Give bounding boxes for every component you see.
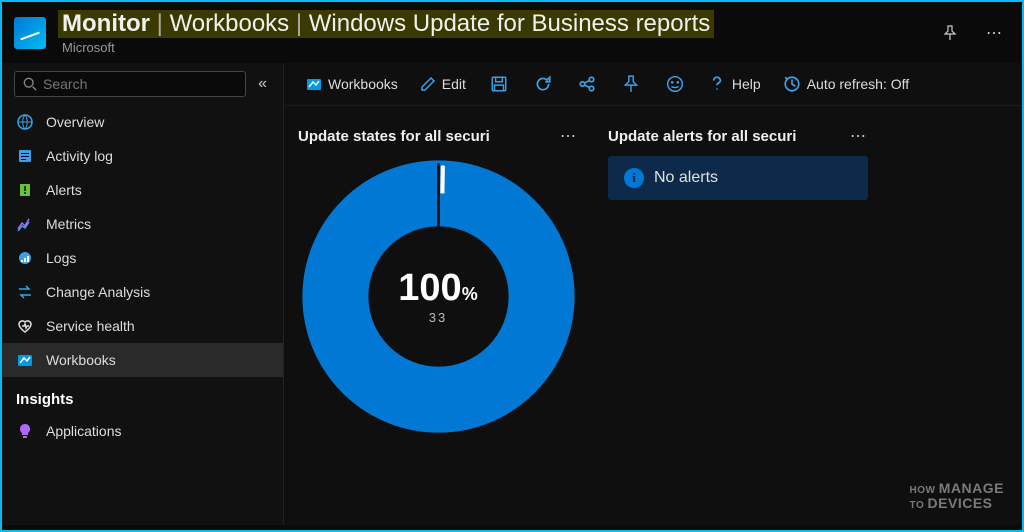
sidebar-item-service-health[interactable]: Service health (2, 309, 283, 343)
sidebar: « Overview Activity log Alerts Metrics L… (2, 63, 284, 525)
no-alerts-label: No alerts (654, 169, 718, 187)
card-more-icon[interactable]: ⋯ (560, 126, 578, 146)
sidebar-item-label: Overview (46, 114, 104, 130)
sidebar-item-label: Service health (46, 318, 135, 334)
toolbar-share-icon[interactable] (568, 71, 606, 97)
sidebar-item-label: Change Analysis (46, 284, 150, 300)
page-subtitle: Microsoft (58, 40, 922, 55)
toolbar-autorefresh-button[interactable]: Auto refresh: Off (775, 71, 917, 97)
alert-icon (16, 181, 34, 199)
watermark: HOW MANAGE TO DEVICES (910, 481, 1004, 511)
pin-icon[interactable] (934, 21, 966, 45)
monitor-icon (14, 17, 46, 49)
more-icon[interactable]: ⋯ (978, 19, 1010, 47)
donut-chart: 100% 33 (298, 156, 578, 436)
logs-icon (16, 249, 34, 267)
card-title: Update states for all securi (298, 128, 490, 145)
sidebar-item-label: Activity log (46, 148, 113, 164)
toolbar-workbooks-button[interactable]: Workbooks (298, 72, 406, 96)
change-icon (16, 283, 34, 301)
sidebar-section-insights: Insights (2, 377, 283, 414)
donut-percent: 100% (398, 267, 477, 310)
workbook-icon (306, 76, 322, 92)
collapse-sidebar-icon[interactable]: « (254, 71, 271, 97)
toolbar-pin-icon[interactable] (612, 71, 650, 97)
search-input[interactable] (43, 76, 237, 92)
health-icon (16, 317, 34, 335)
toolbar-feedback-icon[interactable] (656, 71, 694, 97)
toolbar-save-icon[interactable] (480, 71, 518, 97)
sidebar-item-logs[interactable]: Logs (2, 241, 283, 275)
sidebar-item-overview[interactable]: Overview (2, 105, 283, 139)
help-icon (708, 75, 726, 93)
bulb-icon (16, 422, 34, 440)
info-icon: i (624, 168, 644, 188)
sidebar-item-label: Logs (46, 250, 76, 266)
pencil-icon (420, 76, 436, 92)
workbook-icon (16, 351, 34, 369)
sidebar-item-applications[interactable]: Applications (2, 414, 283, 448)
search-box[interactable] (14, 71, 246, 97)
sidebar-item-label: Metrics (46, 216, 91, 232)
metrics-icon (16, 215, 34, 233)
globe-icon (16, 113, 34, 131)
toolbar-help-button[interactable]: Help (700, 71, 769, 97)
card-update-states: Update states for all securi ⋯ 100% 33 (298, 126, 578, 436)
sidebar-item-label: Alerts (46, 182, 82, 198)
sidebar-item-label: Workbooks (46, 352, 116, 368)
donut-count: 33 (398, 310, 477, 325)
main-content: Workbooks Edit Help (284, 63, 1022, 525)
sidebar-item-workbooks[interactable]: Workbooks (2, 343, 283, 377)
card-more-icon[interactable]: ⋯ (850, 126, 868, 146)
page-title: Monitor | Workbooks | Windows Update for… (58, 10, 714, 38)
card-update-alerts: Update alerts for all securi ⋯ i No aler… (608, 126, 868, 436)
sidebar-item-activity-log[interactable]: Activity log (2, 139, 283, 173)
sidebar-item-change-analysis[interactable]: Change Analysis (2, 275, 283, 309)
log-icon (16, 147, 34, 165)
card-title: Update alerts for all securi (608, 128, 796, 145)
sidebar-item-metrics[interactable]: Metrics (2, 207, 283, 241)
sidebar-item-alerts[interactable]: Alerts (2, 173, 283, 207)
sidebar-item-label: Applications (46, 423, 122, 439)
no-alerts-row: i No alerts (608, 156, 868, 200)
toolbar-edit-button[interactable]: Edit (412, 72, 474, 96)
toolbar-refresh-icon[interactable] (524, 71, 562, 97)
search-icon (23, 77, 37, 91)
clock-refresh-icon (783, 75, 801, 93)
